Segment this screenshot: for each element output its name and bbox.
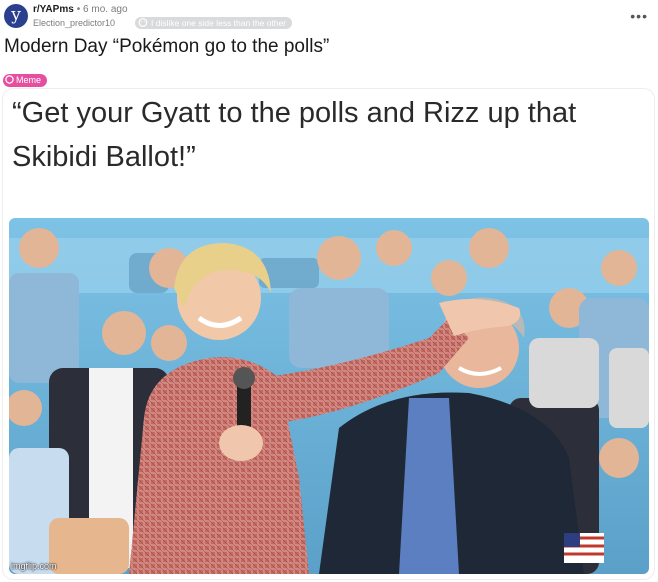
user-flair-icon: [138, 18, 148, 27]
post-flair-label: Meme: [16, 75, 42, 85]
meme-flair-icon: [5, 75, 14, 84]
more-options-icon[interactable]: •••: [630, 8, 648, 24]
avatar-letter: y: [11, 5, 21, 25]
author-name[interactable]: Election_predictor10: [33, 18, 115, 28]
subreddit-name[interactable]: r/YAPms • 6 mo. ago: [33, 4, 128, 15]
user-flair: I dislike one side less than the other: [135, 17, 293, 29]
meme-caption: “Get your Gyatt to the polls and Rizz up…: [12, 97, 577, 173]
post-time: • 6 mo. ago: [76, 4, 128, 15]
imgflip-watermark: imgflip.com: [11, 561, 57, 571]
post-title[interactable]: Modern Day “Pokémon go to the polls”: [4, 36, 329, 58]
flag: [564, 533, 604, 563]
subreddit-avatar[interactable]: y: [4, 4, 28, 28]
user-flair-text: I dislike one side less than the other: [151, 18, 287, 28]
post-flair-badge[interactable]: Meme: [3, 74, 48, 87]
subreddit-link[interactable]: r/YAPms: [33, 4, 74, 15]
rally-photo-illustration: [9, 218, 649, 574]
meme-photo: imgflip.com: [9, 218, 649, 574]
meme-image[interactable]: “Get your Gyatt to the polls and Rizz up…: [3, 89, 654, 579]
post-header: y r/YAPms • 6 mo. ago Election_predictor1…: [0, 0, 658, 34]
